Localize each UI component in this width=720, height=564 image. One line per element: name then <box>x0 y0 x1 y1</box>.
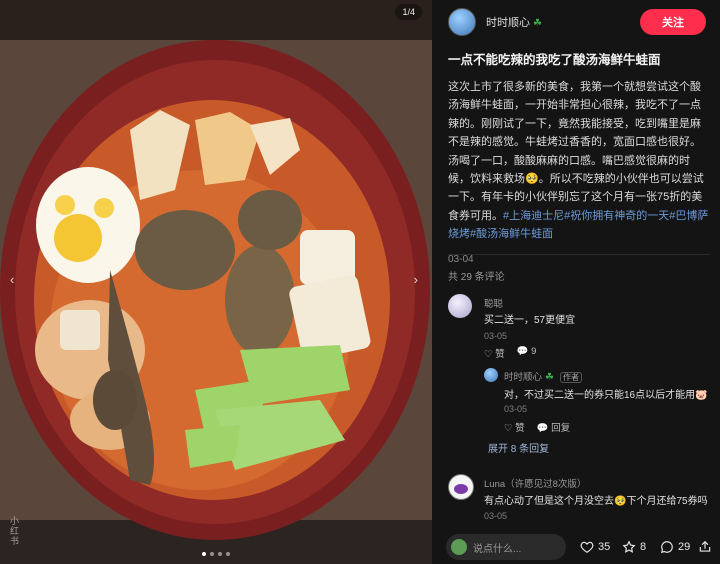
bowl-avatar-icon <box>454 484 468 494</box>
hashtag[interactable]: #祝你拥有神奇的一天 <box>564 210 669 222</box>
clover-badge-icon: ☘ <box>533 18 542 29</box>
pagination-dot[interactable] <box>218 552 222 556</box>
comment-input[interactable]: 说点什么... <box>446 534 566 560</box>
author-tag: 作者 <box>559 372 582 383</box>
author-avatar[interactable] <box>448 8 476 36</box>
like-count: 35 <box>598 541 611 553</box>
post-title: 一点不能吃辣的我吃了酸汤海鲜牛蛙面 <box>448 53 661 67</box>
reply-button[interactable]: 💬 回复 <box>537 420 570 434</box>
reply-actions: ♡ 赞 💬 回复 <box>504 420 570 434</box>
food-photo-illustration <box>0 0 432 564</box>
post-content: 一点不能吃辣的我吃了酸汤海鲜牛蛙面 这次上市了很多新的美食，我第一个就想尝试这个… <box>448 52 710 265</box>
note-photo[interactable]: 1/4 ‹ › 小红书 <box>0 0 432 564</box>
pagination-dot[interactable] <box>226 552 230 556</box>
author-name-text[interactable]: 时时顺心 <box>486 17 530 29</box>
post-date: 03-04 <box>448 253 474 265</box>
share-icon[interactable] <box>698 540 712 554</box>
comment-count: 共 29 条评论 <box>448 272 505 283</box>
comment-text: 有点心动了但是这个月没空去🥺下个月还给75券吗 <box>484 496 708 507</box>
comment-stat[interactable]: 29 <box>660 540 690 554</box>
next-image-arrow-icon[interactable]: › <box>414 272 418 287</box>
reply-count[interactable]: 9 <box>531 346 536 357</box>
reply-avatar[interactable] <box>484 368 498 382</box>
like-button[interactable]: ♡ 赞 <box>484 346 505 360</box>
post-body-text: 这次上市了很多新的美食，我第一个就想尝试这个酸汤海鲜牛蛙面，一开始非常担心很辣，… <box>448 81 704 222</box>
image-pagination-dots[interactable] <box>202 552 230 556</box>
image-counter: 1/4 <box>395 4 422 20</box>
comment-bubble-icon[interactable] <box>660 540 674 554</box>
comment-total: 29 <box>678 541 691 553</box>
reply-date: 03-05 <box>504 404 528 414</box>
pagination-dot[interactable] <box>210 552 214 556</box>
post-body: 这次上市了很多新的美食，我第一个就想尝试这个酸汤海鲜牛蛙面，一开始非常担心很辣，… <box>448 78 710 244</box>
commenter-avatar[interactable] <box>448 474 474 500</box>
comment-date: 03-05 <box>484 331 508 341</box>
comment-item: 聪聪 买二送一，57更便宜 03-05 ♡ 赞 💬 9 <box>448 294 710 364</box>
comment-item: Luna（许愿见过8次版） 有点心动了但是这个月没空去🥺下个月还给75券吗 03… <box>448 474 710 524</box>
commenter-name[interactable]: 聪聪 <box>484 296 503 310</box>
share-stat[interactable] <box>698 540 712 554</box>
previous-image-arrow-icon[interactable]: ‹ <box>10 272 14 287</box>
like-button[interactable]: ♡ 赞 <box>504 420 525 434</box>
like-label[interactable]: 赞 <box>495 349 505 360</box>
expand-replies-link[interactable]: 展开 8 条回复 <box>488 440 549 455</box>
like-label[interactable]: 赞 <box>515 423 525 434</box>
note-viewer: 1/4 ‹ › 小红书 时时顺心 ☘ 关注 一点不能吃辣的我吃了酸汤海鲜牛蛙面 这… <box>0 0 720 564</box>
watermark: 小红书 <box>9 516 19 546</box>
star-icon[interactable] <box>622 540 636 554</box>
comment-date: 03-05 <box>484 511 508 521</box>
comment-input-placeholder[interactable]: 说点什么... <box>473 540 521 555</box>
divider <box>448 254 710 255</box>
reply-author-name-text[interactable]: 时时顺心 <box>504 372 542 383</box>
commenter-avatar[interactable] <box>448 294 472 318</box>
action-footer: 说点什么... 35 8 29 <box>432 526 720 564</box>
user-avatar <box>451 539 467 555</box>
commenter-name[interactable]: Luna（许愿见过8次版） <box>484 476 586 490</box>
clover-badge-icon: ☘ <box>545 372 554 383</box>
note-detail-panel: 时时顺心 ☘ 关注 一点不能吃辣的我吃了酸汤海鲜牛蛙面 这次上市了很多新的美食，我… <box>432 0 720 564</box>
comment-text: 买二送一，57更便宜 <box>484 315 576 326</box>
collect-stat[interactable]: 8 <box>622 540 646 554</box>
pagination-dot[interactable] <box>202 552 206 556</box>
reply-label[interactable]: 回复 <box>551 423 570 434</box>
comment-actions: ♡ 赞 💬 9 <box>484 346 536 360</box>
reply-button[interactable]: 💬 9 <box>517 346 537 360</box>
heart-icon[interactable] <box>580 540 594 554</box>
hashtag[interactable]: #上海迪士尼 <box>503 210 564 222</box>
hashtag[interactable]: #酸汤海鲜牛蛙面 <box>470 228 553 240</box>
reply-text: 对，不过买二送一的券只能16点以后才能用🐷 <box>504 390 708 401</box>
reply-item: 时时顺心 ☘ 作者 对，不过买二送一的券只能16点以后才能用🐷 03-05 ♡ 赞 … <box>484 368 710 456</box>
collect-count: 8 <box>640 541 647 553</box>
follow-button[interactable]: 关注 <box>640 9 706 35</box>
author-name[interactable]: 时时顺心 ☘ <box>486 14 542 30</box>
reply-author-name[interactable]: 时时顺心 ☘ 作者 <box>504 369 582 383</box>
like-stat[interactable]: 35 <box>580 540 610 554</box>
author-bar: 时时顺心 ☘ 关注 <box>448 8 712 36</box>
